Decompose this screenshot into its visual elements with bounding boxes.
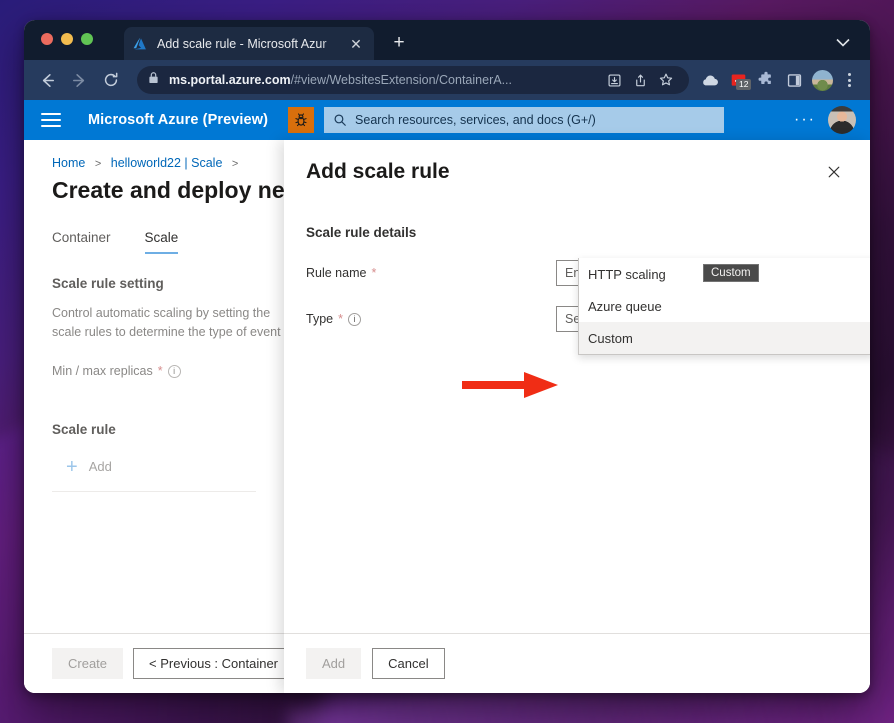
- scale-rule-details-heading: Scale rule details: [284, 184, 870, 240]
- new-tab-button[interactable]: +: [386, 30, 412, 56]
- extension-badge-count: 12: [736, 79, 751, 90]
- azure-search-placeholder: Search resources, services, and docs (G+…: [355, 113, 596, 127]
- plus-icon: +: [66, 460, 78, 474]
- scale-rule-heading: Scale rule: [24, 378, 284, 437]
- rule-name-label-text: Rule name: [306, 266, 366, 280]
- cloud-sync-icon[interactable]: [697, 67, 723, 93]
- min-max-replicas-text: Min / max replicas: [52, 364, 153, 378]
- address-bar[interactable]: ms.portal.azure.com/#view/WebsitesExtens…: [137, 66, 689, 94]
- browser-tab[interactable]: Add scale rule - Microsoft Azur ✕: [124, 27, 374, 60]
- breadcrumb-item-home[interactable]: Home: [52, 156, 85, 170]
- red-arrow-right: [462, 369, 562, 401]
- cancel-button[interactable]: Cancel: [372, 648, 444, 679]
- close-window-button[interactable]: [41, 33, 53, 45]
- star-icon[interactable]: [654, 68, 678, 92]
- chevron-down-icon[interactable]: [832, 31, 854, 53]
- description-line-2: scale rules to determine the type of eve…: [52, 323, 284, 342]
- previous-container-button[interactable]: < Previous : Container: [133, 648, 284, 679]
- azure-header-actions: ···: [794, 106, 870, 134]
- azure-logo-icon: [133, 36, 149, 52]
- dropdown-option-custom[interactable]: Custom: [579, 322, 870, 354]
- scale-rule-setting-description: Control automatic scaling by setting the…: [24, 291, 284, 342]
- breadcrumb: Home > helloworld22 | Scale >: [24, 140, 284, 170]
- desktop-background: Add scale rule - Microsoft Azur ✕ +: [0, 0, 894, 723]
- address-bar-url: ms.portal.azure.com/#view/WebsitesExtens…: [169, 73, 512, 87]
- lock-icon: [148, 71, 160, 89]
- breadcrumb-separator: >: [232, 158, 238, 170]
- pane-footer: Add Cancel: [284, 633, 870, 693]
- add-button[interactable]: Add: [306, 648, 361, 679]
- page-title: Create and deploy new: [24, 170, 284, 204]
- address-bar-actions: [596, 68, 678, 92]
- type-label: Type * i: [306, 312, 556, 326]
- breadcrumb-item-scale[interactable]: helloworld22 | Scale: [111, 156, 223, 170]
- blade-footer: Create < Previous : Container: [24, 633, 284, 693]
- azure-portal: Microsoft Azure (Preview) Search resourc…: [24, 100, 870, 693]
- close-icon[interactable]: [822, 160, 846, 184]
- puzzle-extensions-icon[interactable]: [753, 67, 779, 93]
- required-asterisk: *: [338, 312, 343, 326]
- hamburger-menu-icon[interactable]: [38, 107, 64, 133]
- browser-tab-strip: Add scale rule - Microsoft Azur ✕ +: [24, 20, 870, 60]
- breadcrumb-separator: >: [95, 158, 101, 170]
- add-scale-rule-button[interactable]: + Add: [24, 437, 284, 474]
- tab-container[interactable]: Container: [52, 230, 111, 254]
- bug-icon[interactable]: [288, 107, 314, 133]
- min-max-replicas-label: Min / max replicas * i: [24, 342, 284, 378]
- window-traffic-lights: [41, 33, 93, 45]
- blade-tabs: Container Scale: [24, 204, 284, 254]
- info-icon[interactable]: i: [348, 313, 361, 326]
- add-scale-rule-label: Add: [89, 459, 112, 474]
- share-icon[interactable]: [628, 68, 652, 92]
- search-icon: [333, 113, 347, 127]
- kebab-menu-icon[interactable]: [837, 68, 861, 92]
- pane-header: Add scale rule: [284, 140, 870, 184]
- required-asterisk: *: [371, 266, 376, 280]
- create-deploy-blade: Home > helloworld22 | Scale > Create and…: [24, 140, 284, 693]
- rule-name-label: Rule name *: [306, 266, 556, 280]
- type-label-text: Type: [306, 312, 333, 326]
- profile-avatar[interactable]: [809, 67, 835, 93]
- pane-title: Add scale rule: [306, 160, 822, 184]
- reload-icon[interactable]: [97, 66, 125, 94]
- tab-scale[interactable]: Scale: [145, 230, 179, 254]
- maximize-window-button[interactable]: [81, 33, 93, 45]
- side-panel-icon[interactable]: [781, 67, 807, 93]
- info-icon[interactable]: i: [168, 365, 181, 378]
- create-button[interactable]: Create: [52, 648, 123, 679]
- arrow-left-icon[interactable]: [33, 66, 61, 94]
- browser-toolbar: ms.portal.azure.com/#view/WebsitesExtens…: [24, 60, 870, 100]
- user-avatar[interactable]: [828, 106, 856, 134]
- close-icon[interactable]: ✕: [347, 35, 365, 53]
- arrow-right-icon[interactable]: [65, 66, 93, 94]
- browser-window: Add scale rule - Microsoft Azur ✕ +: [24, 20, 870, 693]
- required-asterisk: *: [158, 364, 163, 378]
- azure-brand-label[interactable]: Microsoft Azure (Preview): [88, 112, 268, 128]
- address-bar-domain: ms.portal.azure.com: [169, 73, 291, 87]
- browser-tab-title: Add scale rule - Microsoft Azur: [157, 37, 347, 51]
- dropdown-option-azure-queue[interactable]: Azure queue: [579, 290, 870, 322]
- install-app-icon[interactable]: [602, 68, 626, 92]
- tooltip-custom: Custom: [703, 264, 759, 282]
- azure-top-bar: Microsoft Azure (Preview) Search resourc…: [24, 100, 870, 140]
- divider: [52, 491, 256, 492]
- minimize-window-button[interactable]: [61, 33, 73, 45]
- recorder-extension-icon[interactable]: 12: [725, 67, 751, 93]
- address-bar-path: /#view/WebsitesExtension/ContainerA...: [291, 73, 512, 87]
- azure-search-input[interactable]: Search resources, services, and docs (G+…: [324, 107, 724, 133]
- description-line-1: Control automatic scaling by setting the: [52, 304, 284, 323]
- ellipsis-icon[interactable]: ···: [794, 115, 816, 125]
- scale-rule-setting-heading: Scale rule setting: [24, 254, 284, 291]
- add-scale-rule-pane: Add scale rule Scale rule details Rule n…: [284, 140, 870, 693]
